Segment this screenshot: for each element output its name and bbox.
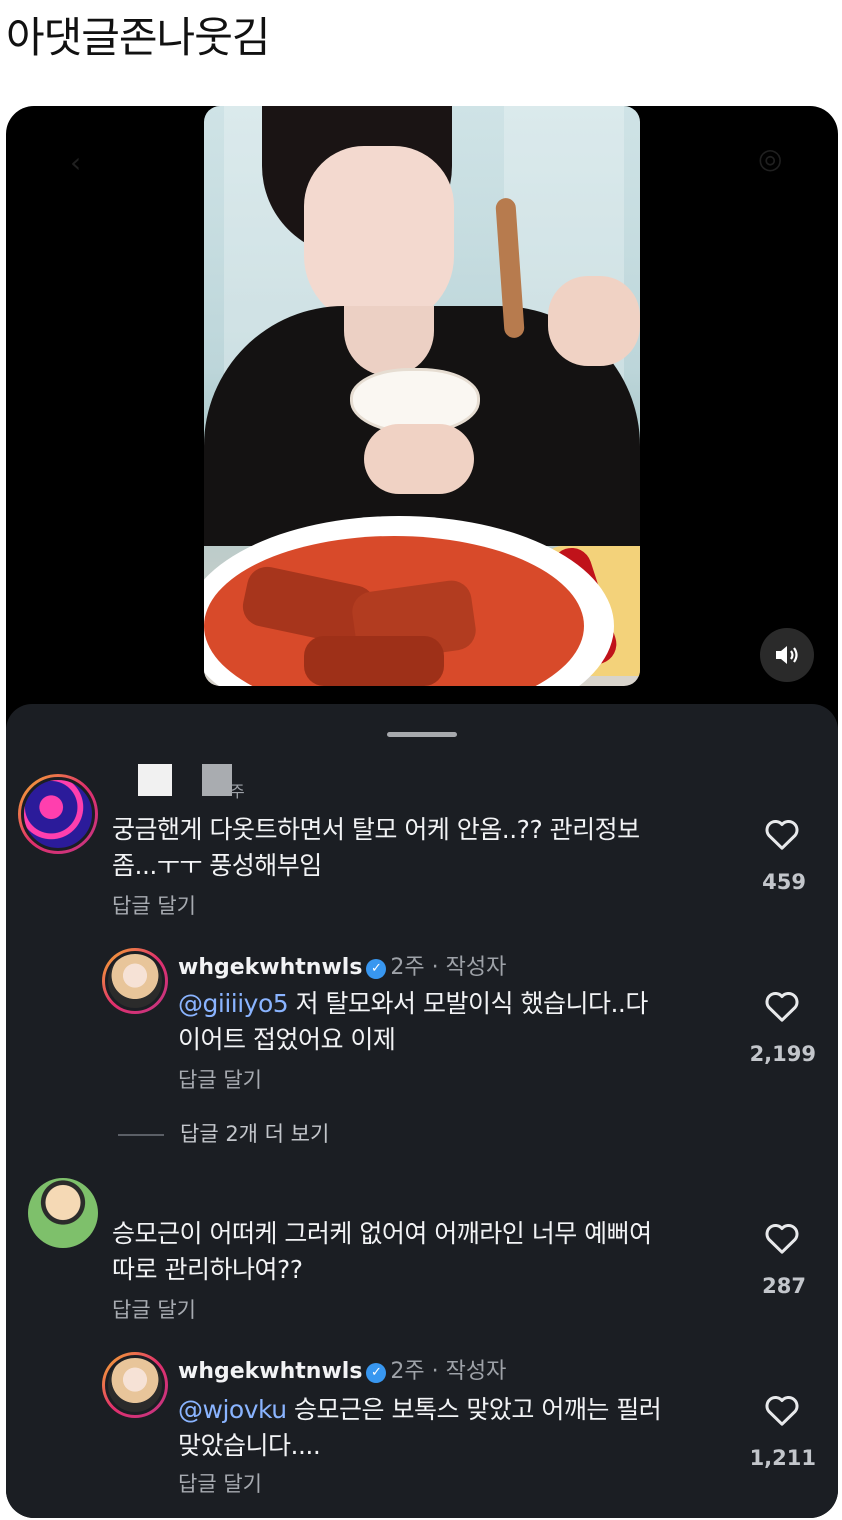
reply-button[interactable]: 답글 달기 [178,1470,262,1498]
like-count: 1,211 [749,1446,816,1470]
like-count: 287 [762,1274,806,1298]
volume-button[interactable] [760,628,814,682]
avatar[interactable] [28,1178,98,1248]
verified-badge-icon: ✓ [366,959,387,979]
comment-text: 궁금핸게 다옷트하면서 탈모 어케 안옴..?? 관리정보 좀...ㅜㅜ 풍성해… [112,815,640,880]
post-title: 아댓글존나웃김 [6,13,270,62]
comment-username[interactable]: whgekwhtnwls ✓ 2주 · 작성자 [178,954,506,982]
like-count: 2,199 [749,1042,816,1066]
heart-icon[interactable] [762,814,802,854]
avatar[interactable] [102,948,168,1014]
comment-text: @giiiiyo5 저 탈모와서 모발이식 했습니다..다 이어트 접었어요 이… [178,989,648,1054]
more-replies-divider [118,1134,164,1136]
comments-sheet: 주 궁금핸게 다옷트하면서 탈모 어케 안옴..?? 관리정보 좀...ㅜㅜ 풍… [6,704,838,1518]
view-more-replies-button[interactable]: 답글 2개 더 보기 [180,1120,329,1148]
avatar[interactable] [102,1352,168,1418]
back-icon[interactable]: ‹ [70,146,81,179]
like-count: 459 [762,870,806,894]
mention-link[interactable]: @wjovku [178,1395,287,1424]
reply-button[interactable]: 답글 달기 [178,1066,262,1094]
redacted-username [202,764,232,796]
comment-meta: 주 [230,782,245,801]
comment-username[interactable]: whgekwhtnwls ✓ 2주 · 작성자 [178,1358,506,1386]
comment-text: @wjovku 승모근은 보톡스 맞았고 어깨는 필러 맞았습니다.... [178,1395,662,1460]
redacted-username [138,764,172,796]
camera-icon[interactable]: ◎ [758,142,782,175]
comment-text: 승모근이 어떠케 그러케 없어여 어깨라인 너무 예뻐여 따로 관리하나여?? [112,1219,652,1284]
avatar[interactable] [18,774,98,854]
reply-button[interactable]: 답글 달기 [112,1296,196,1324]
heart-icon[interactable] [762,986,802,1026]
speaker-icon [776,646,798,664]
reel-video[interactable] [204,106,640,686]
heart-icon[interactable] [762,1218,802,1258]
sheet-drag-handle[interactable] [387,732,457,737]
reply-button[interactable]: 답글 달기 [112,892,196,920]
heart-icon[interactable] [762,1390,802,1430]
reels-screen: ‹ ◎ 주 궁금핸게 다옷트하면서 탈모 어케 안옴..?? 관리정보 좀...… [6,106,838,1518]
verified-badge-icon: ✓ [366,1363,387,1383]
mention-link[interactable]: @giiiiyo5 [178,989,289,1018]
